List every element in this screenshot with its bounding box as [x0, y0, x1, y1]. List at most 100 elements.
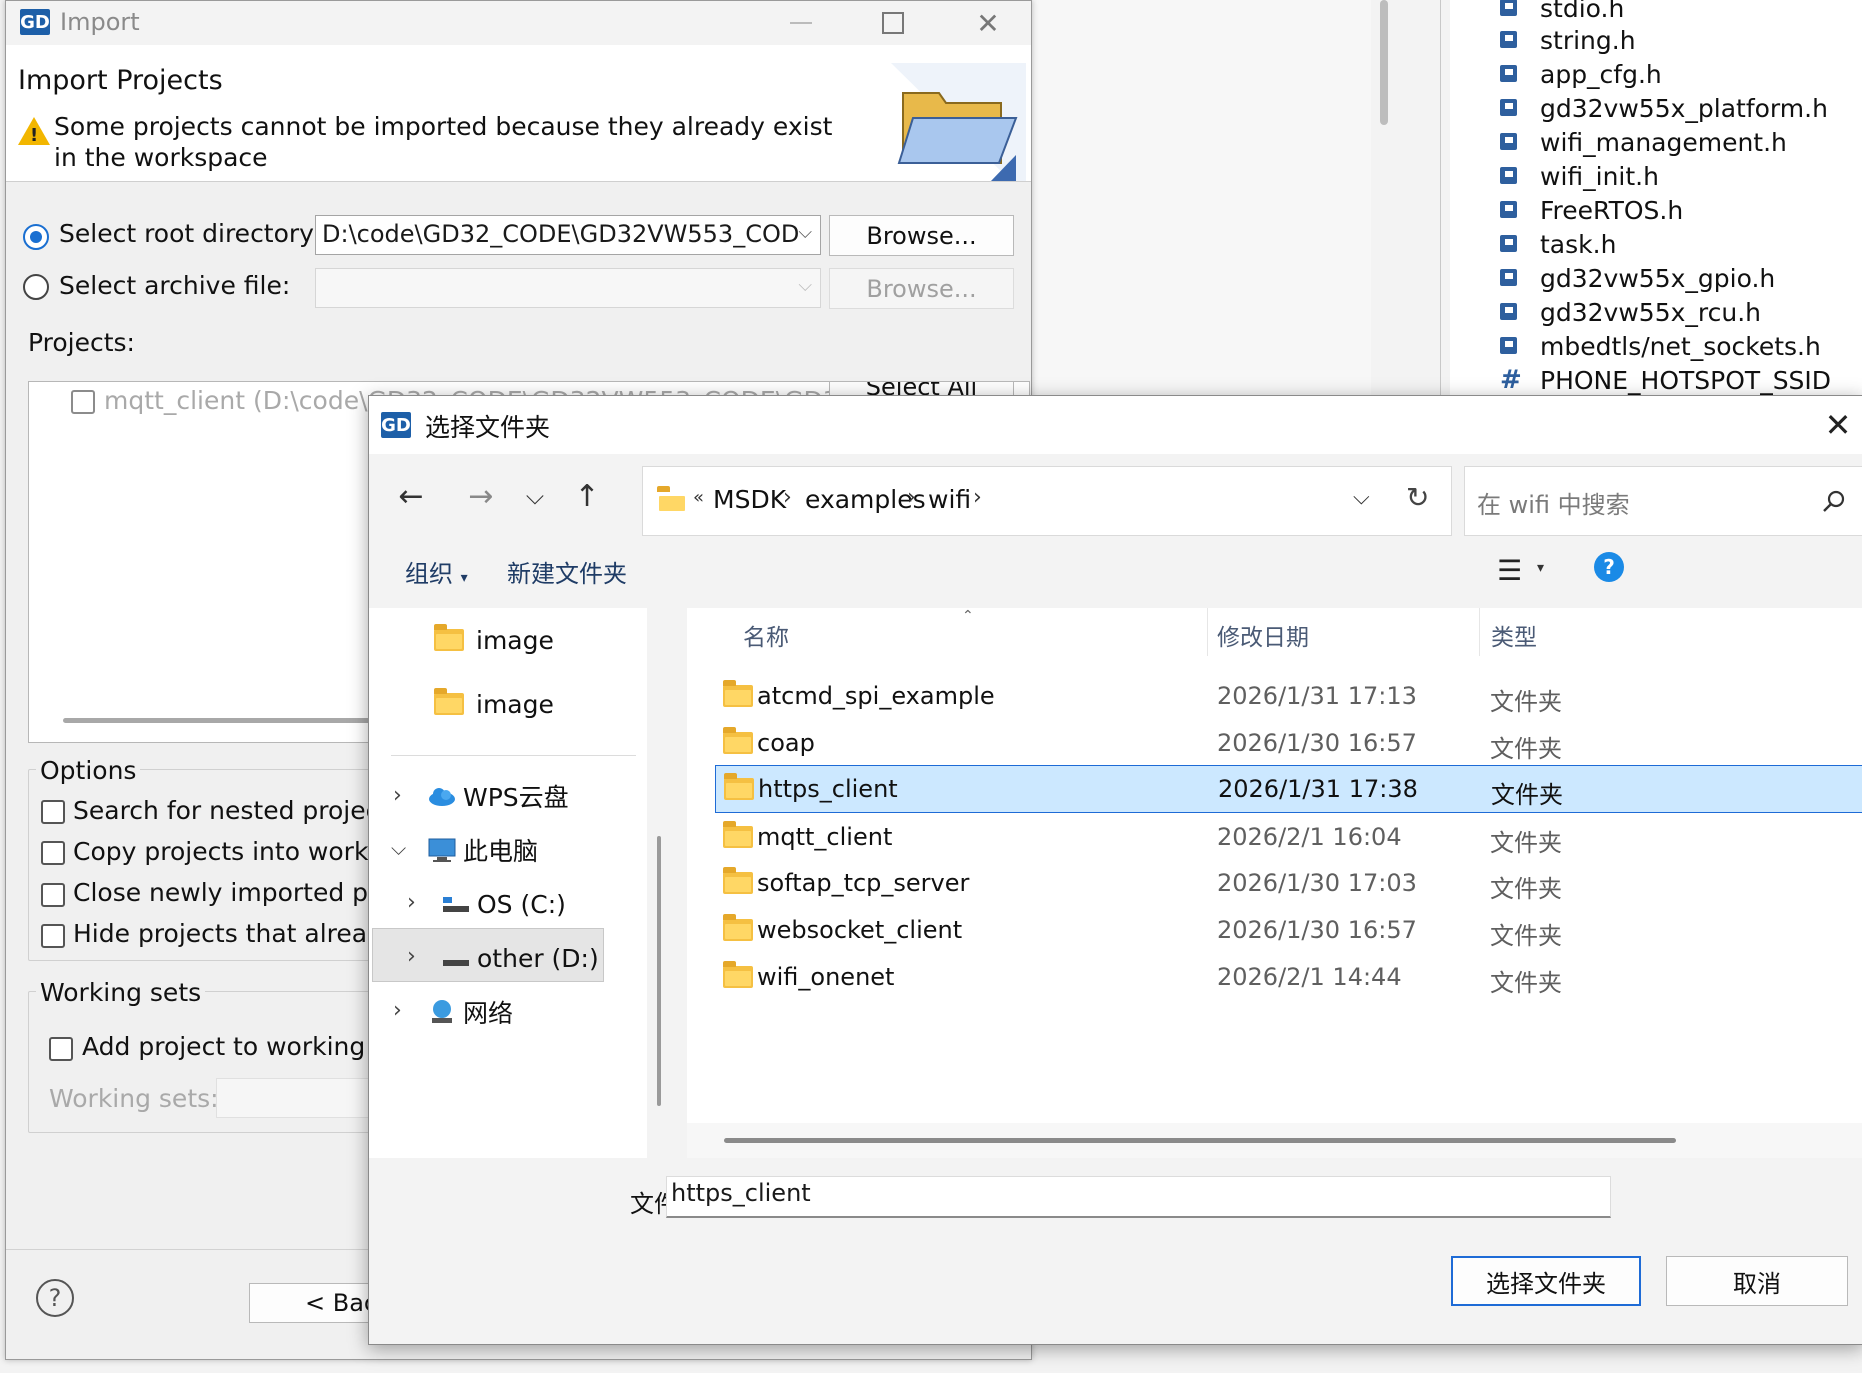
- computer-icon: [428, 838, 456, 862]
- file-row[interactable]: atcmd_spi_example 2026/1/31 17:13 文件夹: [687, 673, 1862, 719]
- breadcrumb-msdk[interactable]: MSDK: [713, 485, 786, 514]
- archive-file-radio[interactable]: [23, 274, 49, 300]
- breadcrumb-overflow[interactable]: «: [693, 487, 704, 508]
- working-sets-field-label: Working sets:: [49, 1084, 219, 1113]
- outline-item[interactable]: # PHONE_HOTSPOT_SSID: [1500, 363, 1831, 397]
- tree-item-network[interactable]: 网络: [427, 988, 513, 1036]
- address-bar[interactable]: « MSDK › examples › wifi › ⌵ ↻: [642, 466, 1452, 536]
- editor-scrollbar[interactable]: [1380, 0, 1388, 125]
- chevron-right-icon[interactable]: ›: [783, 485, 792, 510]
- breadcrumb-wifi[interactable]: wifi: [928, 485, 971, 514]
- cancel-button[interactable]: 取消: [1666, 1256, 1848, 1306]
- chevron-right-icon[interactable]: ›: [393, 783, 402, 808]
- tree-item-wps-cloud[interactable]: WPS云盘: [427, 772, 569, 820]
- search-nested-label: Search for nested projects: [73, 796, 403, 825]
- outline-item[interactable]: task.h: [1500, 227, 1616, 261]
- minimize-button[interactable]: [771, 1, 831, 45]
- outline-item[interactable]: string.h: [1500, 23, 1636, 57]
- close-icon: ✕: [1824, 406, 1852, 444]
- outline-item[interactable]: stdio.h: [1500, 0, 1624, 25]
- column-header-date[interactable]: 修改日期: [1217, 618, 1309, 652]
- header-file-icon: [1500, 64, 1522, 84]
- folder-name-input[interactable]: https_client: [666, 1176, 1611, 1218]
- help-icon[interactable]: ?: [1594, 552, 1624, 582]
- tree-item-this-pc[interactable]: 此电脑: [427, 826, 538, 874]
- column-header-name[interactable]: 名称: [743, 618, 789, 652]
- address-history-dropdown[interactable]: ⌵: [1353, 485, 1370, 510]
- browse-archive-button[interactable]: Browse...: [829, 268, 1014, 309]
- outline-item[interactable]: gd32vw55x_platform.h: [1500, 91, 1828, 125]
- help-icon[interactable]: ?: [36, 1279, 74, 1317]
- recent-locations-button[interactable]: ⌵: [513, 476, 557, 516]
- tree-item-image[interactable]: image: [434, 680, 554, 728]
- add-working-set-checkbox[interactable]: [49, 1037, 73, 1061]
- file-row[interactable]: coap 2026/1/30 16:57 文件夹: [687, 720, 1862, 766]
- maximize-button[interactable]: [863, 1, 923, 45]
- hide-existing-checkbox[interactable]: [41, 924, 65, 948]
- maximize-icon: [882, 12, 904, 34]
- tree-item-drive-d[interactable]: other (D:): [441, 934, 599, 982]
- chevron-right-icon[interactable]: ›: [907, 485, 916, 510]
- copy-projects-checkbox[interactable]: [41, 841, 65, 865]
- root-directory-combo[interactable]: D:\code\GD32_CODE\GD32VW553_COD ⌵: [315, 215, 821, 255]
- header-file-icon: [1500, 234, 1522, 254]
- folder-icon: [723, 867, 753, 894]
- outline-item[interactable]: mbedtls/net_sockets.h: [1500, 329, 1821, 363]
- up-arrow-button[interactable]: ↑: [565, 476, 609, 516]
- close-button[interactable]: ✕: [1813, 396, 1862, 454]
- file-row[interactable]: wifi_onenet 2026/2/1 14:44 文件夹: [687, 954, 1862, 1000]
- file-row-selected[interactable]: https_client 2026/1/31 17:38 文件夹: [715, 765, 1862, 813]
- file-row[interactable]: softap_tcp_server 2026/1/30 17:03 文件夹: [687, 860, 1862, 906]
- outline-item[interactable]: wifi_management.h: [1500, 125, 1787, 159]
- chevron-right-icon[interactable]: ›: [393, 998, 402, 1023]
- network-icon: [432, 1000, 452, 1023]
- caret-down-icon[interactable]: ▾: [1537, 560, 1544, 576]
- search-box[interactable]: 在 wifi 中搜索: [1464, 466, 1862, 536]
- root-directory-radio[interactable]: [23, 224, 49, 250]
- chevron-right-icon[interactable]: ›: [973, 485, 982, 510]
- refresh-icon[interactable]: ↻: [1406, 481, 1429, 514]
- browse-directory-button[interactable]: Browse...: [829, 215, 1014, 256]
- back-arrow-button[interactable]: ←: [389, 476, 433, 516]
- tree-item-image[interactable]: image: [434, 616, 554, 664]
- outline-item-label: task.h: [1540, 229, 1617, 259]
- outline-item-label: app_cfg.h: [1540, 59, 1662, 89]
- projects-label: Projects:: [28, 328, 135, 357]
- outline-item-label: string.h: [1540, 25, 1636, 55]
- archive-file-combo[interactable]: ⌵: [315, 268, 821, 308]
- outline-item-label: stdio.h: [1540, 0, 1625, 23]
- chevron-right-icon[interactable]: ›: [407, 944, 416, 969]
- file-list-scrollbar[interactable]: [724, 1138, 1676, 1143]
- column-header-type[interactable]: 类型: [1491, 618, 1537, 652]
- project-checkbox[interactable]: [71, 390, 95, 414]
- header-file-icon: [1500, 98, 1522, 118]
- outline-item[interactable]: gd32vw55x_rcu.h: [1500, 295, 1761, 329]
- header-file-icon: [1500, 0, 1522, 18]
- ide-editor-area: [1030, 0, 1371, 400]
- outline-item[interactable]: gd32vw55x_gpio.h: [1500, 261, 1775, 295]
- search-input[interactable]: 在 wifi 中搜索: [1477, 485, 1630, 520]
- outline-item[interactable]: FreeRTOS.h: [1500, 193, 1683, 227]
- close-button[interactable]: ✕: [958, 1, 1018, 45]
- file-row[interactable]: mqtt_client 2026/2/1 16:04 文件夹: [687, 814, 1862, 860]
- header-file-icon: [1500, 268, 1522, 288]
- chevron-right-icon[interactable]: ›: [407, 890, 416, 915]
- forward-arrow-button[interactable]: →: [459, 476, 503, 516]
- chevron-down-icon[interactable]: ⌵: [391, 836, 406, 860]
- warning-message: Some projects cannot be imported because…: [54, 112, 833, 172]
- select-folder-button[interactable]: 选择文件夹: [1451, 1256, 1641, 1306]
- view-options-icon[interactable]: ☰: [1497, 554, 1522, 587]
- tree-item-drive-c[interactable]: OS (C:): [441, 880, 566, 928]
- organize-menu[interactable]: 组织 ▾: [405, 554, 468, 589]
- close-imported-checkbox[interactable]: [41, 883, 65, 907]
- open-folder-icon: [891, 63, 1026, 181]
- outline-item[interactable]: app_cfg.h: [1500, 57, 1662, 91]
- outline-item-label: PHONE_HOTSPOT_SSID: [1540, 365, 1832, 395]
- tree-scrollbar[interactable]: [657, 836, 661, 1106]
- search-nested-checkbox[interactable]: [41, 800, 65, 824]
- new-folder-button[interactable]: 新建文件夹: [507, 554, 627, 589]
- search-icon[interactable]: [1821, 489, 1847, 515]
- close-imported-label: Close newly imported pro: [73, 878, 394, 907]
- file-row[interactable]: websocket_client 2026/1/30 16:57 文件夹: [687, 907, 1862, 953]
- outline-item[interactable]: wifi_init.h: [1500, 159, 1659, 193]
